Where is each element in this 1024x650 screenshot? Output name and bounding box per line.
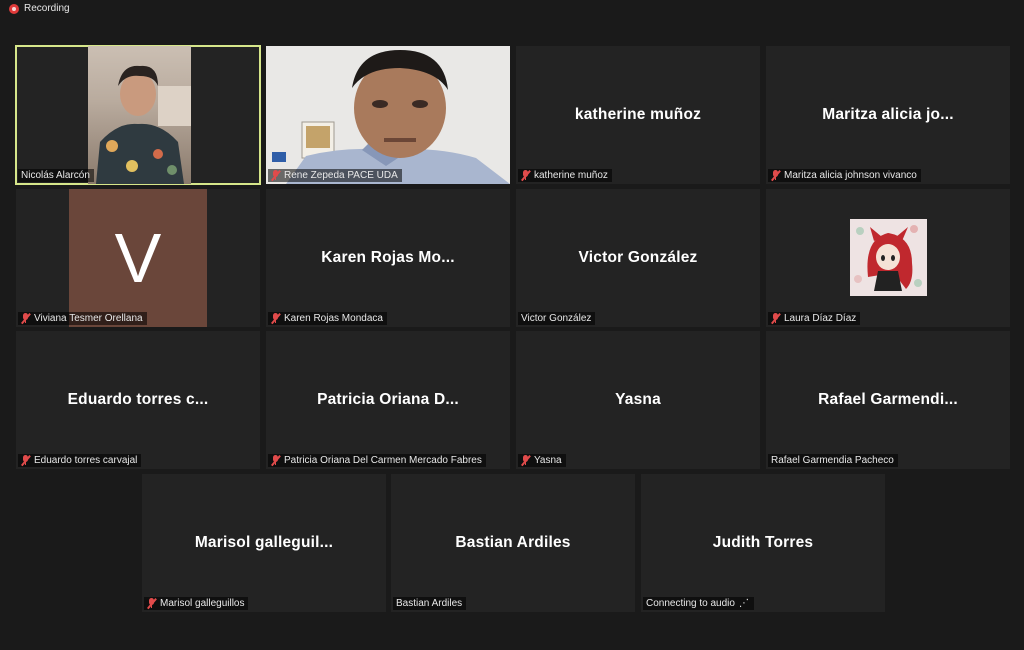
participant-name-label: Eduardo torres carvajal — [18, 454, 142, 467]
microphone-muted-icon — [520, 170, 531, 181]
participant-name-label: Rafael Garmendia Pacheco — [768, 454, 898, 467]
recording-icon — [9, 3, 19, 14]
recording-label: Recording — [24, 3, 70, 14]
participant-tile-karen[interactable]: Karen Rojas Mo... Karen Rojas Mondaca — [266, 189, 510, 327]
avatar: V — [69, 189, 207, 327]
participant-tile-bastian[interactable]: Bastian Ardiles Bastian Ardiles — [391, 474, 635, 612]
microphone-muted-icon — [270, 455, 281, 466]
participant-name-label: Connecting to audio ⋰ — [643, 597, 754, 610]
connecting-spinner-icon: ⋰ — [738, 598, 750, 609]
participant-tile-rafael[interactable]: Rafael Garmendi... Rafael Garmendia Pach… — [766, 331, 1010, 469]
participant-tile-eduardo[interactable]: Eduardo torres c... Eduardo torres carva… — [16, 331, 260, 469]
participant-tile-nicolas[interactable]: Nicolás Alarcón — [15, 45, 261, 185]
participant-name-label: Nicolás Alarcón — [18, 169, 94, 182]
participant-display-name: Eduardo torres c... — [67, 391, 209, 408]
participant-video — [266, 46, 510, 184]
participant-tile-viviana[interactable]: V Viviana Tesmer Orellana — [16, 189, 260, 327]
microphone-muted-icon — [520, 455, 531, 466]
participant-tile-laura[interactable]: Laura Díaz Díaz — [766, 189, 1010, 327]
person-video-icon — [96, 65, 191, 184]
participant-name-label: Karen Rojas Mondaca — [268, 312, 387, 325]
participant-tile-rene[interactable]: Rene Zepeda PACE UDA — [266, 46, 510, 184]
participant-name-label: Viviana Tesmer Orellana — [18, 312, 147, 325]
participant-name-label: Marisol galleguillos — [144, 597, 249, 610]
participant-display-name: Victor González — [578, 249, 698, 266]
avatar — [850, 219, 927, 296]
participant-name-label: katherine muñoz — [518, 169, 612, 182]
participant-tile-patricia[interactable]: Patricia Oriana D... Patricia Oriana Del… — [266, 331, 510, 469]
participant-display-name: Bastian Ardiles — [455, 534, 571, 551]
participant-name-label: Rene Zepeda PACE UDA — [268, 169, 402, 182]
participant-name-label: Maritza alicia johnson vivanco — [768, 169, 921, 182]
participant-name-label: Laura Díaz Díaz — [768, 312, 861, 325]
participant-display-name: Judith Torres — [712, 534, 814, 551]
microphone-muted-icon — [770, 313, 781, 324]
participant-display-name: Maritza alicia jo... — [822, 106, 954, 123]
participant-tile-katherine[interactable]: katherine muñoz katherine muñoz — [516, 46, 760, 184]
participant-display-name: Yasna — [615, 391, 661, 408]
participant-tile-victor[interactable]: Victor González Victor González — [516, 189, 760, 327]
microphone-muted-icon — [146, 598, 157, 609]
recording-indicator[interactable]: Recording — [9, 3, 70, 14]
participant-tile-maritza[interactable]: Maritza alicia jo... Maritza alicia john… — [766, 46, 1010, 184]
microphone-muted-icon — [770, 170, 781, 181]
participant-display-name: Karen Rojas Mo... — [321, 249, 455, 266]
participant-display-name: Marisol galleguil... — [194, 534, 334, 551]
participant-tile-yasna[interactable]: Yasna Yasna — [516, 331, 760, 469]
participant-tile-marisol[interactable]: Marisol galleguil... Marisol galleguillo… — [142, 474, 386, 612]
participant-display-name: katherine muñoz — [574, 106, 702, 123]
microphone-muted-icon — [20, 313, 31, 324]
participant-display-name: Patricia Oriana D... — [317, 391, 459, 408]
participant-name-label: Patricia Oriana Del Carmen Mercado Fabre… — [268, 454, 486, 467]
anime-character-avatar-icon — [850, 219, 927, 296]
participant-name-label: Yasna — [518, 454, 566, 467]
microphone-muted-icon — [270, 313, 281, 324]
participant-video — [88, 46, 191, 184]
participant-name-label: Bastian Ardiles — [393, 597, 467, 610]
participant-tile-judith[interactable]: Judith Torres Connecting to audio ⋰ — [641, 474, 885, 612]
participant-display-name: Rafael Garmendi... — [818, 391, 958, 408]
participant-name-label: Victor González — [518, 312, 596, 325]
microphone-muted-icon — [20, 455, 31, 466]
microphone-muted-icon — [270, 170, 281, 181]
